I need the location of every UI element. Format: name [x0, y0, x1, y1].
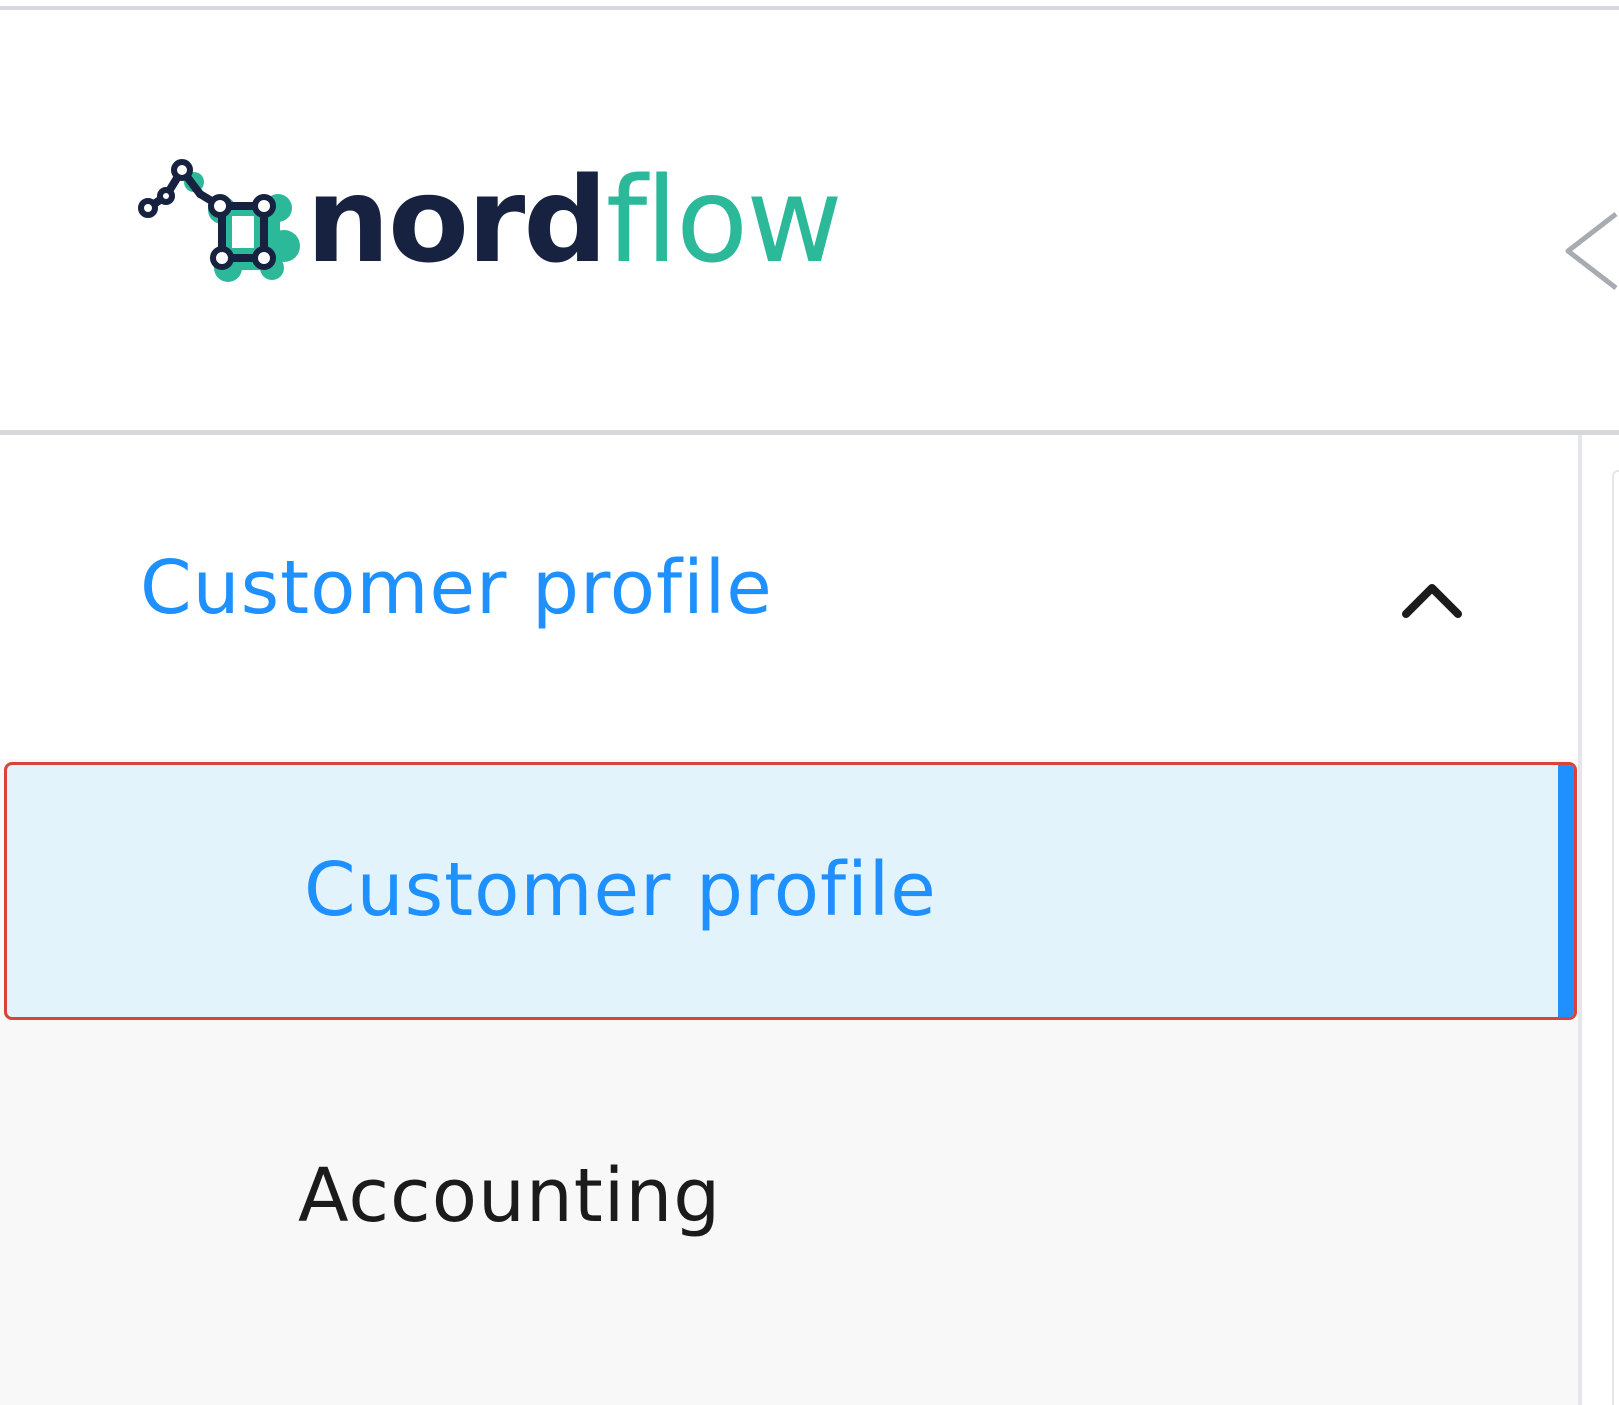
brand-name-bold: nord: [306, 151, 608, 289]
brand-wordmark: nordflow: [306, 161, 843, 279]
active-indicator: [1558, 765, 1574, 1017]
nav-group-label: Customer profile: [140, 545, 773, 631]
app-page: nordflow Customer profile Customer profi…: [0, 0, 1619, 1405]
sidebar-item-accounting[interactable]: Accounting: [0, 1075, 1578, 1315]
sidebar-item-label: Customer profile: [304, 847, 937, 933]
brand-name-light: flow: [605, 151, 843, 289]
sidebar-item-label: Accounting: [298, 1153, 722, 1239]
main-content-panel-edge: [1612, 470, 1619, 1405]
sidebar-nav: Customer profile Customer profile Accoun…: [0, 435, 1578, 1405]
sidebar-item-customer-profile[interactable]: Customer profile: [4, 762, 1577, 1020]
network-nodes-logo-icon: [138, 159, 300, 282]
chevron-up-icon[interactable]: [1400, 580, 1464, 620]
chevron-left-icon[interactable]: [1560, 206, 1619, 296]
sidebar-header: nordflow: [0, 10, 1619, 430]
brand-logo[interactable]: nordflow: [138, 148, 843, 288]
nav-group-customer-profile[interactable]: Customer profile: [0, 435, 1578, 759]
